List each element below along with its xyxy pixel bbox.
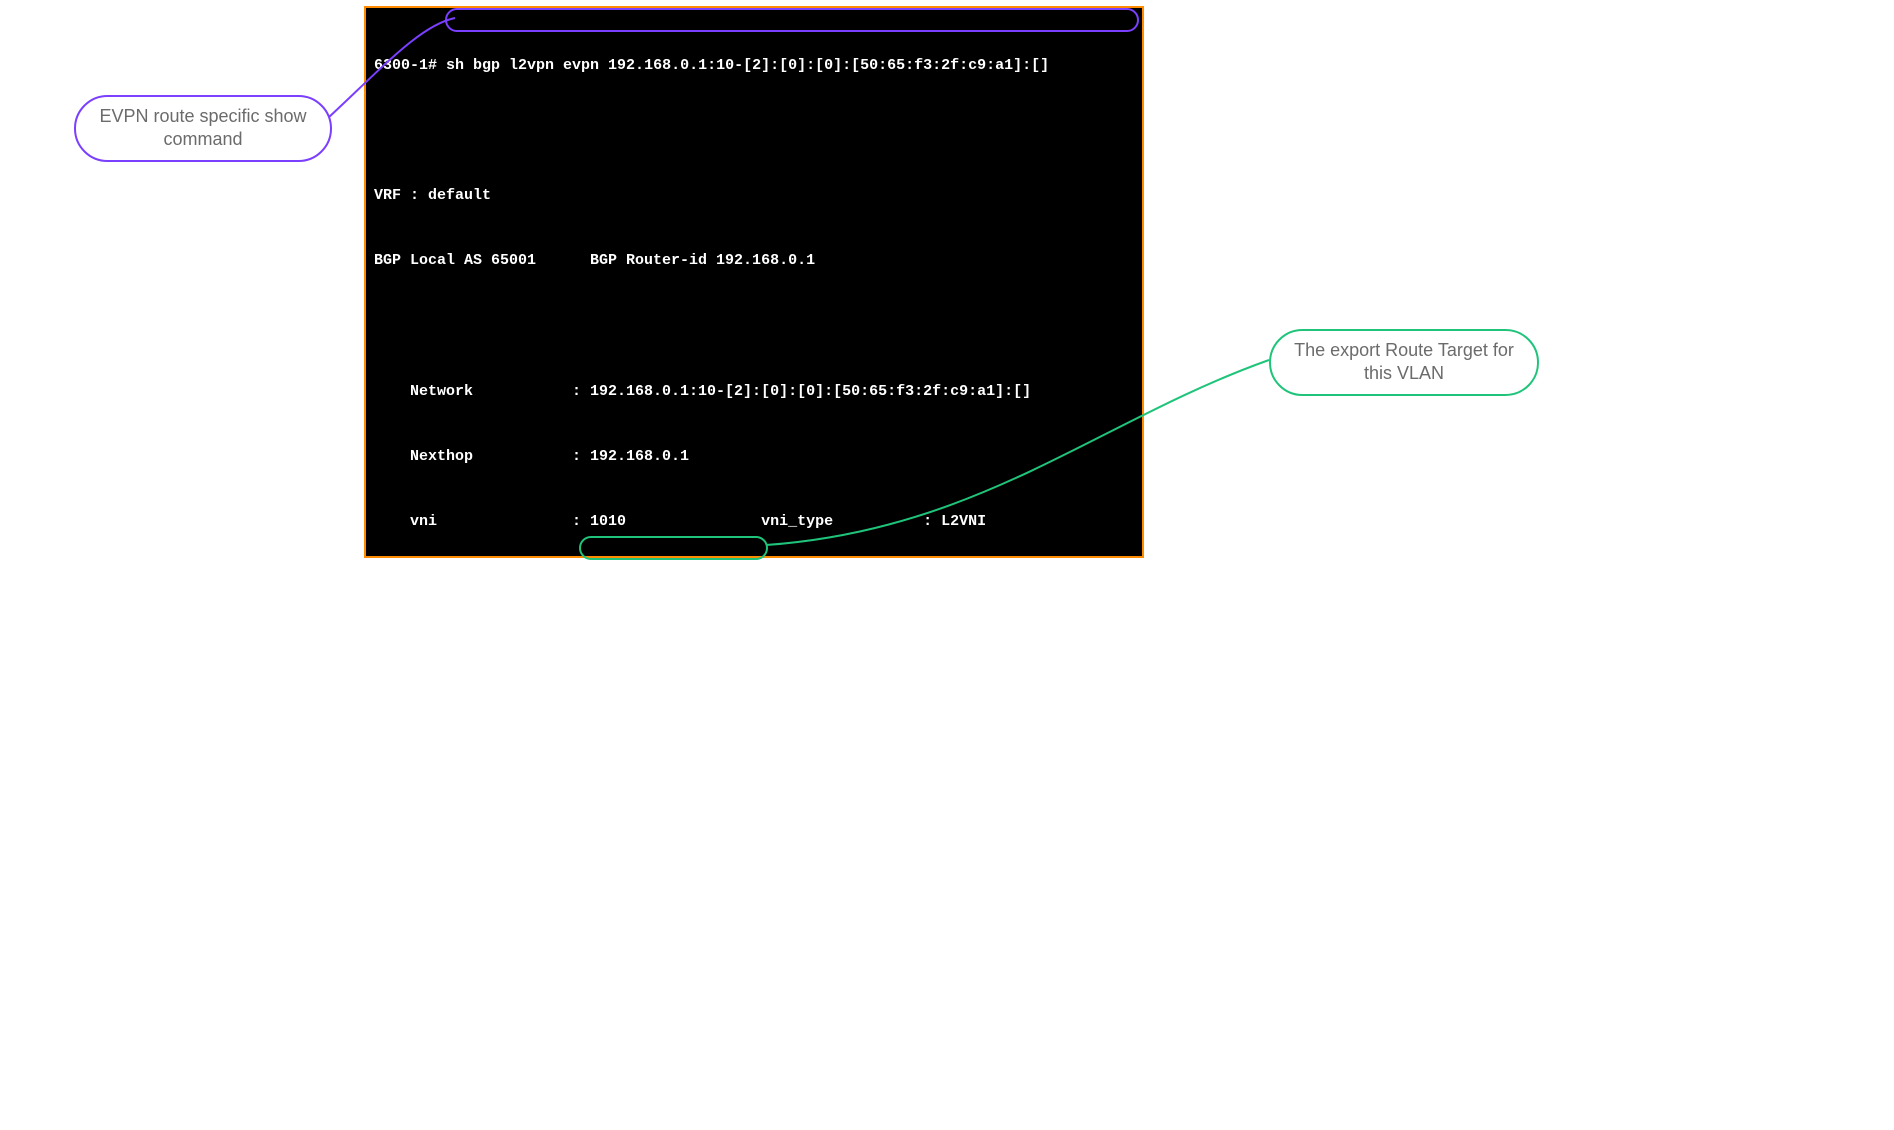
callout-evpn-text: EVPN route specific show command (99, 106, 306, 149)
row-network: Network : 192.168.0.1:10-[2]:[0]:[0]:[50… (374, 381, 1134, 403)
blank-line-0 (374, 120, 1134, 142)
row-weight: Weight : 0 Calc. Local Pref : 100 (374, 707, 1134, 729)
row-best: Best : Yes Valid : Yes (374, 772, 1134, 794)
vrf-line: VRF : default (374, 185, 1134, 207)
blank-line-1 (374, 316, 1134, 338)
callout-evpn-command: EVPN route specific show command (74, 95, 332, 162)
prompt: 6300-1# (374, 57, 437, 74)
prompt-line: 6300-1# sh bgp l2vpn evpn 192.168.0.1:10… (374, 55, 1134, 77)
row-aggregator-as: Aggregator AS : (374, 1033, 1134, 1055)
row-originator: Originator ID : 0.0.0.0 (374, 903, 1134, 925)
row-peer: Peer : 0.0.0.0 Origin : incomplete (374, 577, 1134, 599)
command-text: sh bgp l2vpn evpn 192.168.0.1:10-[2]:[0]… (446, 57, 1049, 74)
terminal-window: 6300-1# sh bgp l2vpn evpn 192.168.0.1:10… (364, 6, 1144, 558)
row-type: Type : external Stale : No (374, 838, 1134, 860)
row-nexthop: Nexthop : 192.168.0.1 (374, 446, 1134, 468)
row-vni: vni : 1010 vni_type : L2VNI (374, 511, 1134, 533)
row-aggregator-id: Aggregator ID : (374, 968, 1134, 990)
callout-route-target: The export Route Target for this VLAN (1269, 329, 1539, 396)
row-metric: Metric : 0 Local Pref : 100 (374, 642, 1134, 664)
bgp-line: BGP Local AS 65001 BGP Router-id 192.168… (374, 250, 1134, 272)
row-atomic: Atomic Aggregate : (374, 1099, 1134, 1121)
callout-rt-text: The export Route Target for this VLAN (1294, 340, 1514, 383)
